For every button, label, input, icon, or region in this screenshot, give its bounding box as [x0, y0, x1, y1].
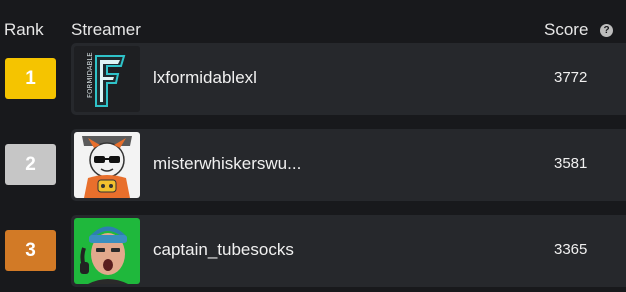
svg-text:FORMIDABLE: FORMIDABLE [86, 52, 94, 98]
rank-badge-gold: 1 [5, 58, 56, 99]
formidable-logo-avatar[interactable]: FORMIDABLE [74, 46, 140, 112]
rank-badge-silver: 2 [5, 144, 56, 185]
streamer-card[interactable]: captain_tubesocks 3365 [71, 215, 626, 287]
streamer-photo-avatar[interactable] [74, 218, 140, 284]
rank-column-header: Rank [4, 20, 44, 39]
rank-badge-bronze: 3 [5, 230, 56, 271]
score-column-header: Score [544, 20, 589, 39]
leaderboard-row[interactable]: 2 misterwhiskerswu... 3581 [0, 129, 626, 201]
streamer-score: 3365 [554, 241, 588, 258]
streamer-card[interactable]: misterwhiskerswu... 3581 [71, 129, 626, 201]
streamer-name[interactable]: lxformidablexl [153, 68, 257, 88]
streamer-score: 3772 [554, 69, 588, 86]
streamer-column-header: Streamer [71, 20, 141, 39]
leaderboard-row[interactable]: 1 FORMIDABLE lxformidablexl 3772 [0, 43, 626, 115]
streamer-name[interactable]: misterwhiskerswu... [153, 154, 301, 174]
cartoon-cat-avatar[interactable] [74, 132, 140, 198]
streamer-score: 3581 [554, 155, 588, 172]
streamer-card[interactable]: FORMIDABLE lxformidablexl 3772 [71, 43, 626, 115]
leaderboard-row[interactable]: 3 captain_tubesocks 3365 [0, 215, 626, 287]
streamer-name[interactable]: captain_tubesocks [153, 240, 294, 260]
question-circle-icon[interactable]: ? [600, 24, 613, 37]
